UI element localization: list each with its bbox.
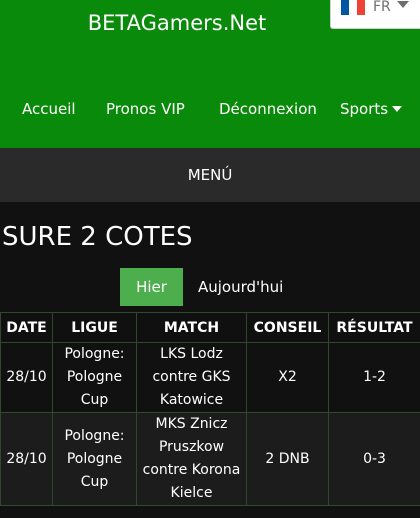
table-row: 28/10 Pologne: Pologne Cup MKS Znicz Pru… — [0, 412, 420, 506]
france-flag-icon — [341, 0, 365, 15]
menu-toggle[interactable]: MENÚ — [0, 148, 420, 202]
chevron-down-icon — [397, 1, 409, 8]
tab-hier[interactable]: Hier — [120, 268, 183, 306]
cell-league: Pologne: Pologne Cup — [52, 342, 137, 413]
language-code: FR — [373, 0, 391, 15]
flag-red-stripe — [357, 0, 365, 15]
cell-tip: 2 DNB — [246, 412, 329, 506]
site-header: BETAGamers.Net FR Accueil Pronos VIP Déc… — [0, 0, 420, 148]
cell-date: 28/10 — [0, 412, 53, 506]
column-header-tip: CONSEIL — [246, 312, 329, 343]
nav-item-sports-label: Sports — [340, 100, 389, 118]
caret-down-icon — [392, 106, 403, 112]
table-header-row: DATE LIGUE MATCH CONSEIL RÉSULTAT — [0, 312, 420, 343]
language-selector[interactable]: FR — [330, 0, 420, 29]
cell-result: 1-2 — [328, 342, 420, 413]
cell-tip: X2 — [246, 342, 329, 413]
flag-blue-stripe — [341, 0, 349, 15]
column-header-date: DATE — [0, 312, 53, 343]
table-row: 28/10 Pologne: Pologne Cup LKS Lodz cont… — [0, 342, 420, 413]
tab-aujourdhui[interactable]: Aujourd'hui — [198, 268, 283, 306]
nav-item-sports[interactable]: Sports — [340, 98, 403, 120]
site-title[interactable]: BETAGamers.Net — [0, 10, 354, 36]
cell-match: MKS Znicz Pruszkow contre Korona Kielce — [136, 412, 247, 506]
main-nav: Accueil Pronos VIP Déconnexion Sports — [0, 98, 420, 120]
column-header-league: LIGUE — [52, 312, 137, 343]
nav-item-deconnexion[interactable]: Déconnexion — [219, 98, 317, 120]
column-header-result: RÉSULTAT — [328, 312, 420, 343]
nav-item-pronos-vip[interactable]: Pronos VIP — [106, 98, 185, 120]
cell-match: LKS Lodz contre GKS Katowice — [136, 342, 247, 413]
cell-date: 28/10 — [0, 342, 53, 413]
cell-league: Pologne: Pologne Cup — [52, 412, 137, 506]
column-header-match: MATCH — [136, 312, 247, 343]
flag-white-stripe — [349, 0, 357, 15]
predictions-table: DATE LIGUE MATCH CONSEIL RÉSULTAT 28/10 … — [0, 312, 420, 506]
cell-result: 0-3 — [328, 412, 420, 506]
nav-item-accueil[interactable]: Accueil — [22, 98, 76, 120]
page-title: SURE 2 COTES — [2, 222, 193, 252]
